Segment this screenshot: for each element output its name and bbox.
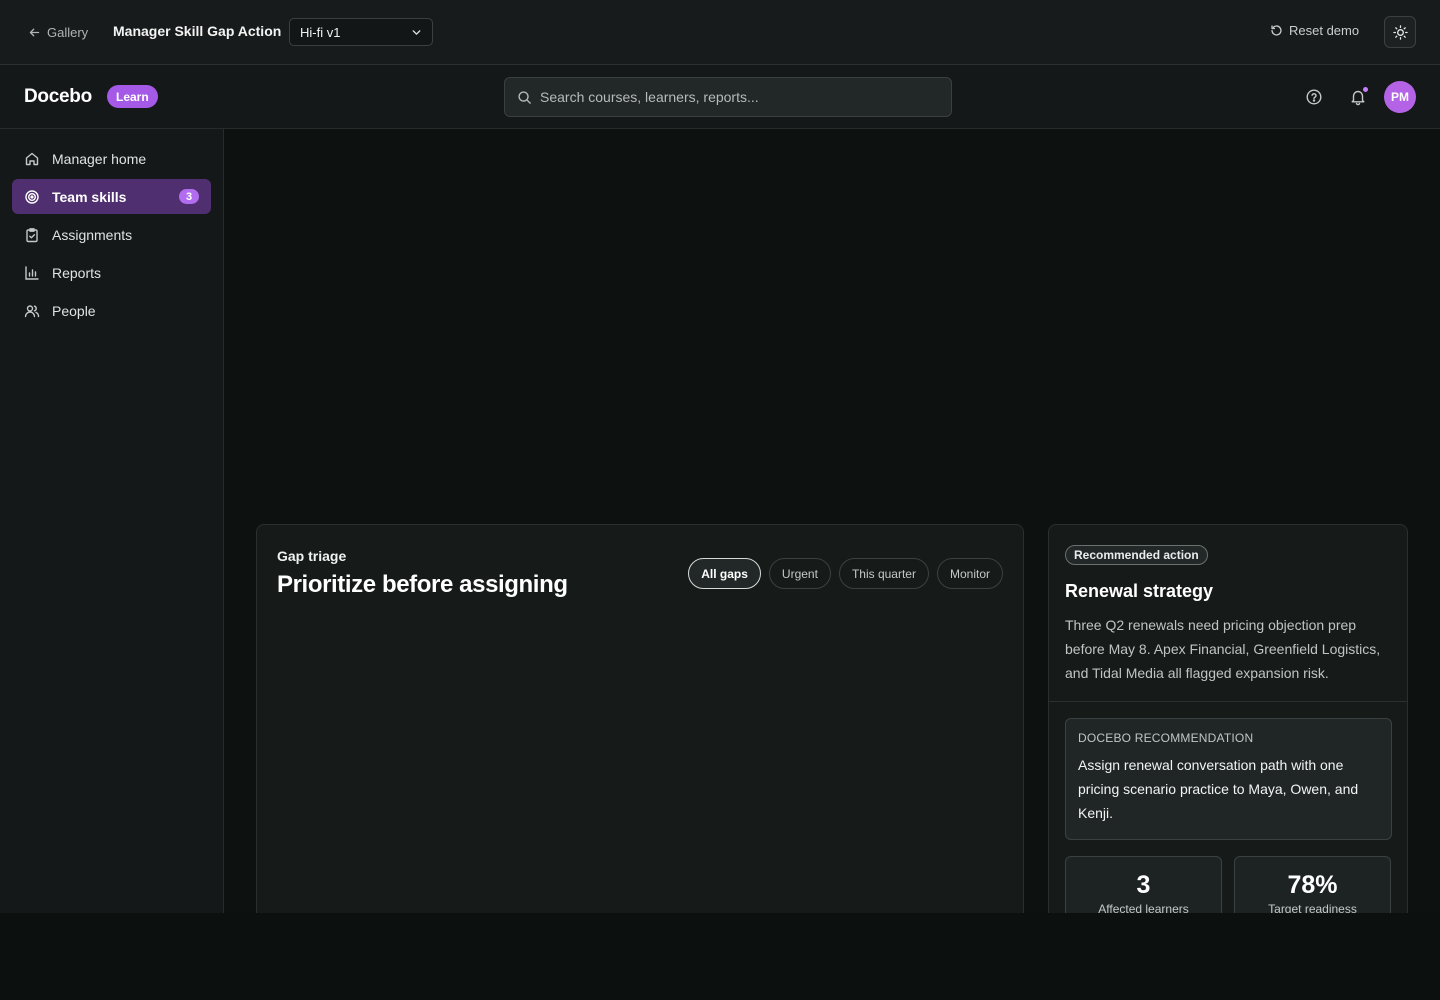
gap-triage-card: Gap triage Prioritize before assigning A… [256,524,1024,913]
clipboard-icon [26,227,38,242]
stat-affected-learners: 3 Affected learners [1065,856,1222,913]
search-input[interactable] [540,89,939,105]
chevron-down-icon [412,30,421,35]
brand-logo[interactable]: Docebo [24,86,92,108]
team-skills-count-badge: 3 [179,189,199,204]
recommended-action-badge: Recommended action [1065,545,1208,565]
app-header: Docebo Learn PM [0,65,1440,129]
sidebar-item-team-skills[interactable]: Team skills 3 [12,179,211,214]
triage-eyebrow: Gap triage [277,548,347,564]
stat-value: 3 [1136,871,1151,899]
sun-icon [1392,24,1408,40]
filter-urgent[interactable]: Urgent [768,558,831,589]
gap-filter-group: All gaps Urgent This quarter Monitor [688,558,1003,589]
back-label: Gallery [47,24,89,40]
learn-badge: Learn [107,85,158,108]
sidebar-item-manager-home[interactable]: Manager home [12,141,211,176]
back-to-gallery-link[interactable]: Gallery [28,23,88,41]
filter-monitor[interactable]: Monitor [936,558,1003,589]
notification-dot [1362,86,1369,93]
divider [1049,701,1407,702]
version-select[interactable]: Hi-fi v1 [289,18,433,46]
bar-chart-icon [25,265,39,280]
avatar[interactable]: PM [1384,81,1416,113]
docebo-recommendation-eyebrow: DOCEBO RECOMMENDATION [1078,731,1254,745]
stat-label: Affected learners [1098,902,1189,913]
arrow-left-icon [29,28,40,36]
users-icon [24,304,40,317]
reset-demo-button[interactable]: Reset demo [1270,23,1359,38]
recommendation-description: Three Q2 renewals need pricing objection… [1065,617,1381,681]
filter-this-quarter[interactable]: This quarter [838,558,929,589]
stat-target-readiness: 78% Target readiness [1234,856,1391,913]
sidebar-item-label: Manager home [52,150,147,167]
help-icon[interactable] [1305,88,1323,106]
reset-icon [1271,25,1282,36]
sidebar-item-label: Reports [52,264,102,281]
sidebar-item-reports[interactable]: Reports [12,255,211,290]
reset-label: Reset demo [1289,23,1360,38]
theme-toggle-button[interactable] [1384,16,1416,48]
demo-title: Manager Skill Gap Action [113,23,282,39]
app-window: Gallery Manager Skill Gap Action Hi-fi v… [0,0,1440,913]
search-bar[interactable] [504,77,952,117]
recommended-action-card: Recommended action Renewal strategy Thre… [1048,524,1408,913]
sidebar-item-label: Team skills [52,188,127,205]
target-icon [25,189,39,204]
demo-toolbar: Gallery Manager Skill Gap Action Hi-fi v… [0,0,1440,65]
sidebar: Manager home Team skills 3 Assignments R… [0,129,224,913]
sidebar-item-people[interactable]: People [12,293,211,328]
recommendation-title: Renewal strategy [1065,581,1214,601]
docebo-recommendation-text: Assign renewal conversation path with on… [1078,757,1359,821]
triage-title: Prioritize before assigning [277,571,568,598]
stat-label: Target readiness [1268,902,1357,913]
sidebar-item-label: Assignments [52,226,133,243]
version-value: Hi-fi v1 [300,24,341,40]
stat-value: 78% [1287,871,1338,899]
sidebar-item-label: People [52,302,96,319]
filter-all-gaps[interactable]: All gaps [688,558,761,589]
search-icon [518,90,531,104]
sidebar-item-assignments[interactable]: Assignments [12,217,211,252]
home-icon [25,152,39,165]
docebo-recommendation-box: DOCEBO RECOMMENDATION Assign renewal con… [1065,718,1392,840]
